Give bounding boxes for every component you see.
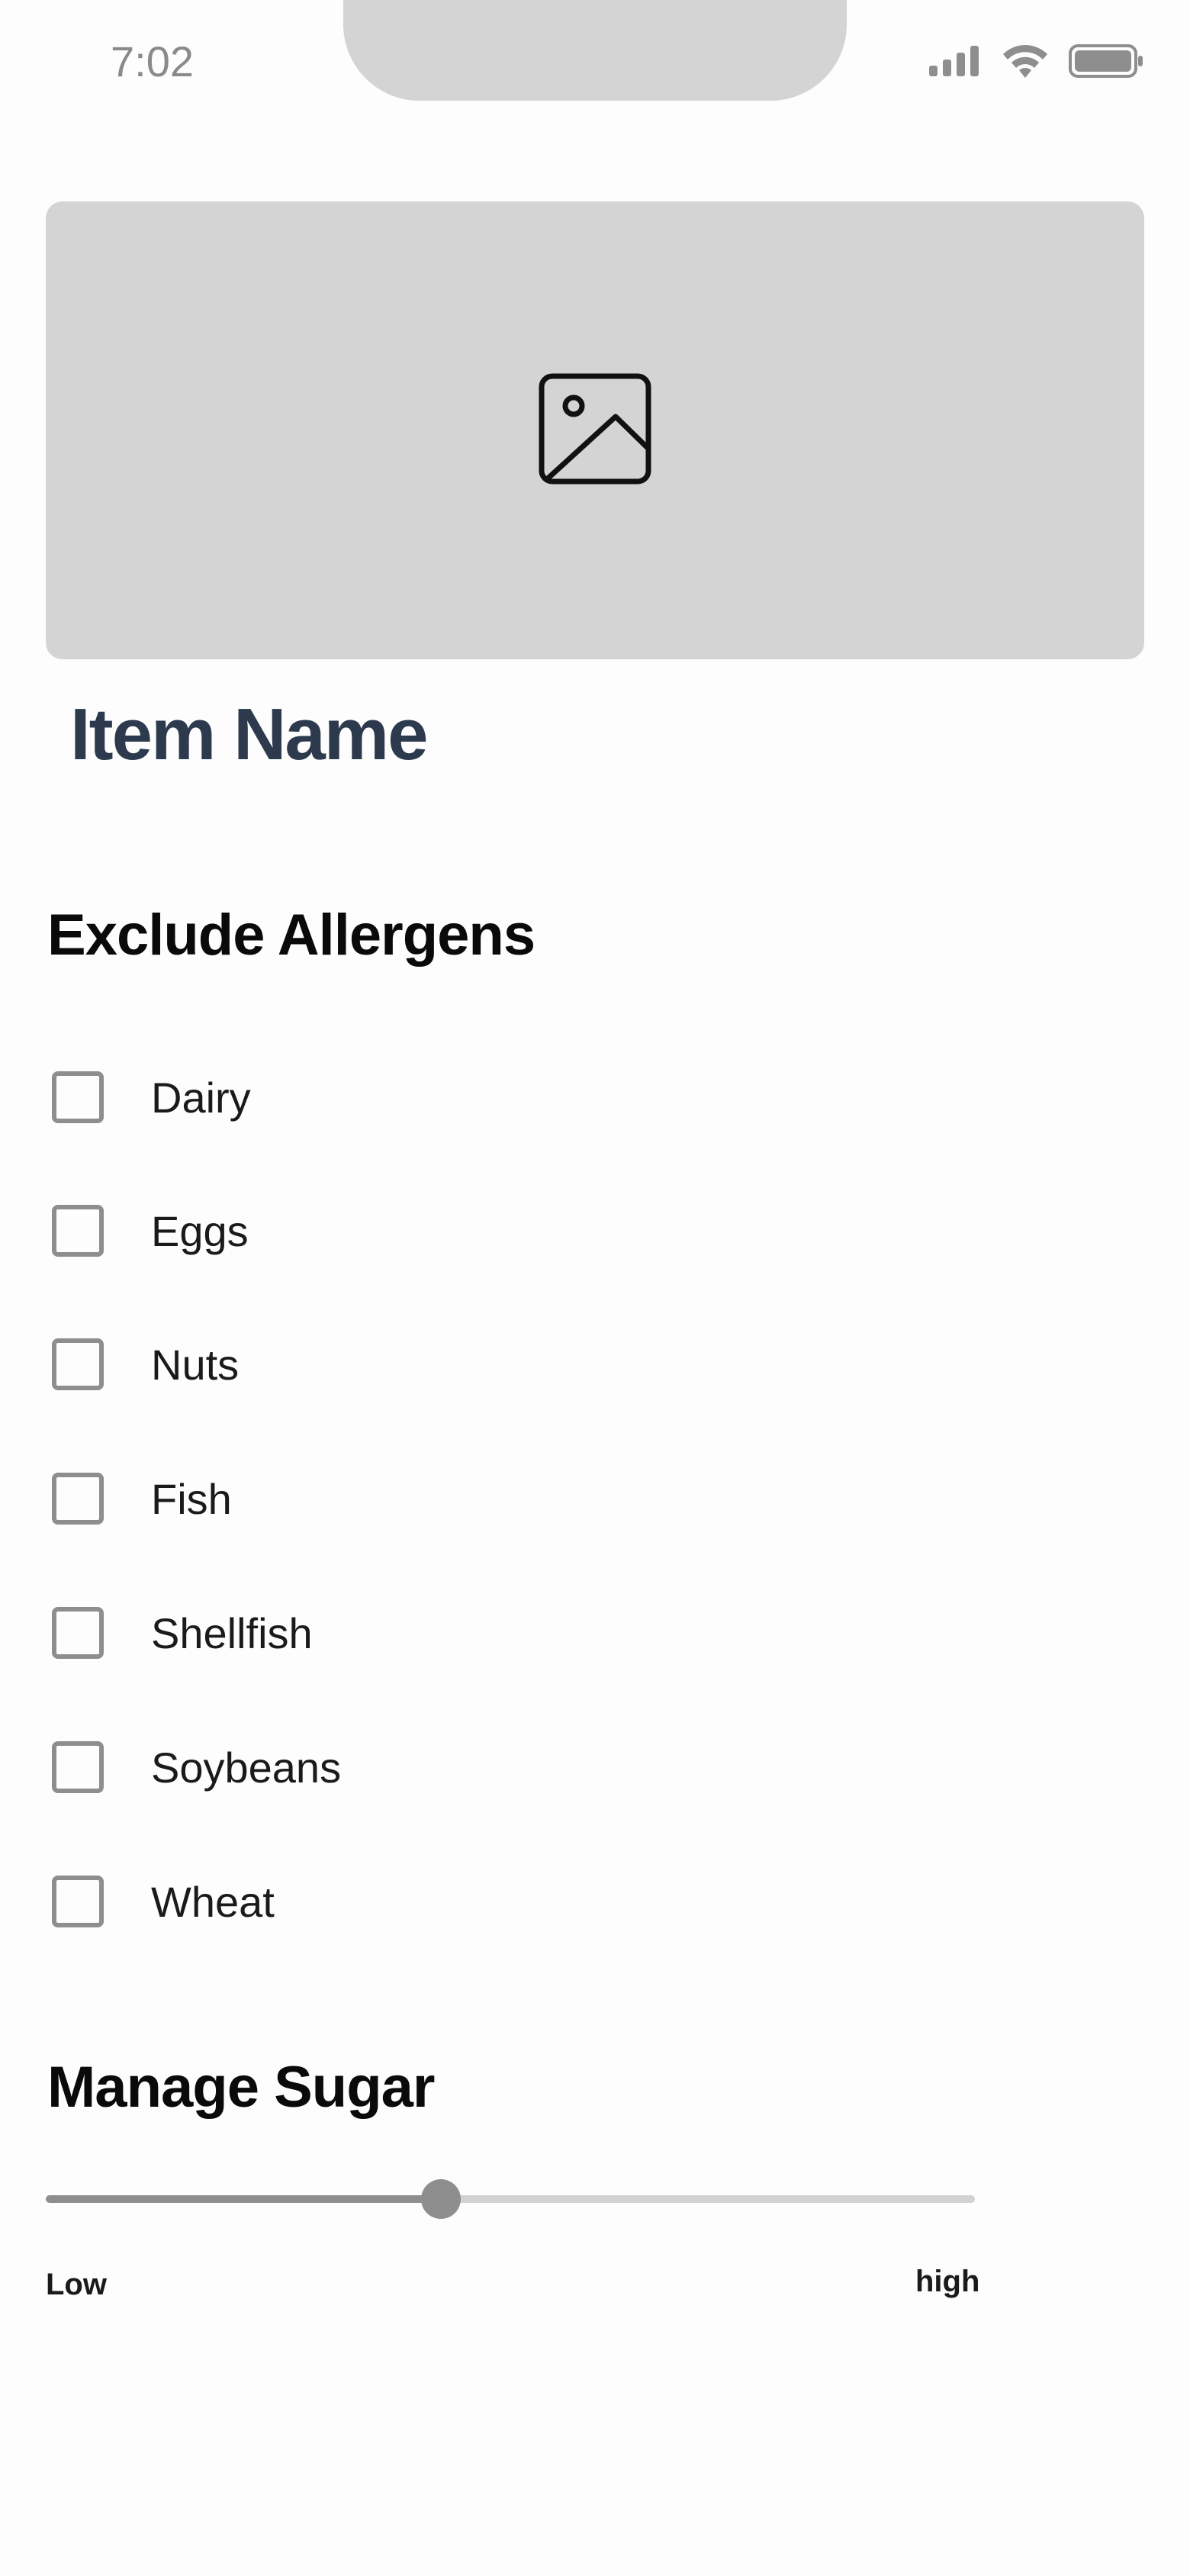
item-image-placeholder bbox=[46, 201, 1144, 659]
allergen-label: Fish bbox=[151, 1474, 232, 1523]
item-name: Item Name bbox=[70, 694, 429, 775]
checkbox[interactable] bbox=[52, 1473, 104, 1525]
status-time: 7:02 bbox=[111, 37, 194, 85]
allergen-label: Nuts bbox=[151, 1340, 240, 1389]
slider-low-label: Low bbox=[46, 2268, 107, 2301]
allergen-label: Shellfish bbox=[151, 1608, 313, 1657]
sugar-section-title: Manage Sugar bbox=[47, 2055, 435, 2120]
app-screen: 7:02 Item Name Exclude Allergens Dairy E… bbox=[0, 0, 1190, 2576]
status-icons bbox=[928, 43, 1144, 79]
checkbox[interactable] bbox=[52, 1205, 104, 1257]
battery-icon bbox=[1069, 44, 1143, 78]
allergen-option-fish[interactable]: Fish bbox=[52, 1467, 232, 1531]
slider-high-label: high bbox=[915, 2265, 980, 2298]
checkbox[interactable] bbox=[52, 1876, 104, 1927]
allergen-label: Dairy bbox=[151, 1073, 251, 1122]
allergen-label: Wheat bbox=[151, 1877, 275, 1926]
allergen-option-shellfish[interactable]: Shellfish bbox=[52, 1601, 313, 1665]
slider-thumb[interactable] bbox=[420, 2179, 461, 2219]
allergen-label: Soybeans bbox=[151, 1743, 342, 1792]
cellular-signal-icon bbox=[929, 46, 979, 76]
image-placeholder-icon bbox=[539, 373, 651, 485]
allergen-label: Eggs bbox=[151, 1206, 249, 1255]
allergen-option-nuts[interactable]: Nuts bbox=[52, 1332, 239, 1396]
wifi-icon bbox=[1003, 44, 1047, 78]
device-notch bbox=[343, 0, 847, 101]
checkbox[interactable] bbox=[52, 1607, 104, 1659]
allergen-option-eggs[interactable]: Eggs bbox=[52, 1199, 249, 1263]
allergen-option-soybeans[interactable]: Soybeans bbox=[52, 1735, 341, 1799]
checkbox[interactable] bbox=[52, 1338, 104, 1390]
allergen-option-wheat[interactable]: Wheat bbox=[52, 1869, 275, 1934]
sugar-level-slider[interactable] bbox=[46, 2176, 975, 2222]
slider-fill bbox=[46, 2195, 441, 2203]
allergens-section-title: Exclude Allergens bbox=[47, 903, 536, 968]
allergen-option-dairy[interactable]: Dairy bbox=[52, 1065, 251, 1129]
checkbox[interactable] bbox=[52, 1741, 104, 1793]
checkbox[interactable] bbox=[52, 1071, 104, 1123]
